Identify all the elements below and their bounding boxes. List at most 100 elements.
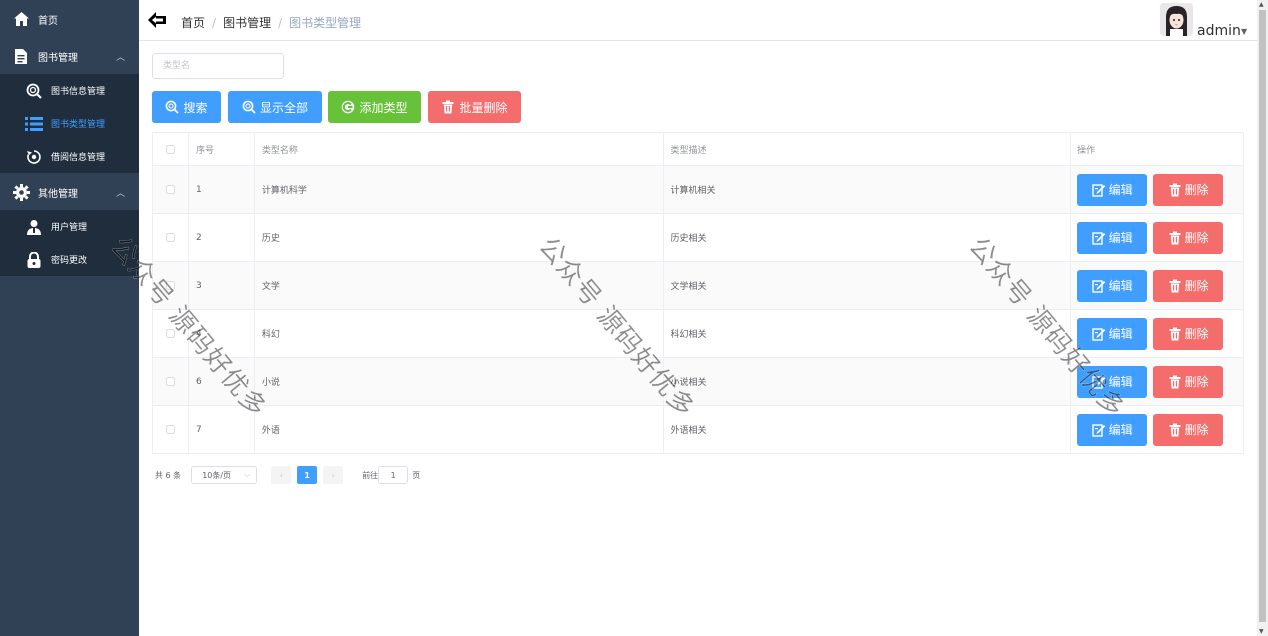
edit-button-label: 编辑 — [1108, 183, 1133, 197]
scroll-up-icon[interactable]: ▲ — [1259, 1, 1264, 8]
edit-button[interactable]: 编辑 — [1077, 269, 1148, 302]
page-suffix-label: 页 — [412, 470, 421, 480]
app: 首页 图书管理 ︿ 图书信息管理 图书类型管理 借阅信息管理 其他管理 ︿ 用户… — [0, 0, 1268, 636]
row-checkbox-cell — [153, 358, 189, 405]
cell-operations: 编辑 删除 — [1071, 358, 1244, 405]
sidebar-item-borrow-info[interactable]: 借阅信息管理 — [0, 140, 139, 173]
chevron-up-icon: ︿ — [115, 189, 125, 199]
sidebar-item-book-management[interactable]: 图书管理 ︿ — [0, 38, 139, 74]
sidebar-item-password-change[interactable]: 密码更改 — [0, 243, 139, 276]
sidebar-item-user-management[interactable]: 用户管理 — [0, 210, 139, 243]
row-checkbox[interactable] — [165, 425, 175, 434]
edit-button[interactable]: 编辑 — [1077, 173, 1148, 206]
edit-icon — [1091, 327, 1106, 341]
cell-operations: 编辑 删除 — [1071, 310, 1244, 357]
select-all-checkbox[interactable] — [165, 144, 175, 154]
row-checkbox[interactable] — [165, 185, 175, 194]
search-icon — [242, 100, 256, 114]
row-checkbox[interactable] — [165, 329, 175, 338]
delete-button[interactable]: 删除 — [1153, 317, 1224, 350]
sidebar-item-book-type[interactable]: 图书类型管理 — [0, 107, 139, 140]
row-checkbox[interactable] — [165, 377, 175, 386]
cell-operations: 编辑 删除 — [1071, 406, 1244, 453]
edit-button[interactable]: 编辑 — [1077, 413, 1148, 446]
trash-icon — [1168, 327, 1182, 341]
breadcrumb: 首页 / 图书管理 / 图书类型管理 — [181, 14, 361, 31]
pagination-total: 共 6 条 — [155, 470, 182, 480]
refresh-icon — [25, 148, 43, 166]
cell-type-name: 小说 — [255, 358, 664, 405]
list-icon — [25, 115, 43, 133]
scroll-down-icon[interactable]: ▼ — [1259, 628, 1264, 635]
cell-id: 2 — [189, 214, 255, 261]
sidebar-item-home[interactable]: 首页 — [0, 1, 139, 37]
search-button[interactable]: 搜索 — [152, 91, 221, 123]
type-name-search-input[interactable] — [152, 53, 284, 79]
cell-type-name: 外语 — [255, 406, 664, 453]
sidebar-item-other-management[interactable]: 其他管理 ︿ — [0, 174, 139, 210]
add-type-button[interactable]: 添加类型 — [328, 91, 421, 123]
goto-label: 前往 — [362, 470, 379, 480]
breadcrumb-home[interactable]: 首页 — [181, 14, 205, 31]
row-checkbox[interactable] — [165, 281, 175, 290]
edit-button[interactable]: 编辑 — [1077, 221, 1148, 254]
edit-button[interactable]: 编辑 — [1077, 317, 1148, 350]
breadcrumb-current: 图书类型管理 — [289, 16, 362, 30]
breadcrumb-separator: / — [212, 15, 217, 30]
edit-button-label: 编辑 — [1108, 423, 1133, 437]
delete-button[interactable]: 删除 — [1153, 413, 1224, 446]
cell-type-desc: 外语相关 — [664, 406, 1072, 453]
user-name[interactable]: admin — [1197, 23, 1241, 39]
sidebar-item-book-info[interactable]: 图书信息管理 — [0, 74, 139, 107]
delete-button-label: 删除 — [1184, 231, 1209, 245]
table-body: 1 计算机科学 计算机相关 编辑 删除 2 历史 历史相关 编辑 删除 3 文学 文学相关 编辑 删除 4 科幻… — [153, 166, 1244, 454]
table-header-row: 序号 类型名称 类型描述 操作 — [153, 133, 1244, 166]
page-number-current[interactable]: 1 — [297, 466, 318, 484]
breadcrumb-book-management[interactable]: 图书管理 — [223, 14, 271, 31]
edit-button[interactable]: 编辑 — [1077, 365, 1148, 398]
edit-icon — [1091, 183, 1106, 197]
delete-button[interactable]: 删除 — [1153, 365, 1224, 398]
show-all-button[interactable]: 显示全部 — [228, 91, 322, 123]
row-checkbox-cell — [153, 214, 189, 261]
delete-button[interactable]: 删除 — [1153, 173, 1224, 206]
delete-button[interactable]: 删除 — [1153, 269, 1224, 302]
scroll-thumb[interactable] — [1259, 10, 1266, 622]
delete-button-label: 删除 — [1184, 327, 1209, 341]
caret-down-icon[interactable]: ▼ — [1241, 27, 1247, 36]
prev-page-button[interactable]: ‹ — [271, 466, 292, 484]
sidebar-item-label: 其他管理 — [38, 188, 78, 200]
next-page-button[interactable]: › — [323, 466, 344, 484]
trash-icon — [1168, 423, 1182, 437]
trash-icon — [1168, 231, 1182, 245]
home-icon — [12, 10, 30, 28]
edit-icon — [1091, 375, 1106, 389]
goto-page-input[interactable] — [378, 466, 409, 484]
column-header-name: 类型名称 — [255, 133, 664, 165]
cell-operations: 编辑 删除 — [1071, 214, 1244, 261]
page-scrollbar[interactable]: ▲ ▼ — [1257, 0, 1268, 636]
cell-id: 4 — [189, 310, 255, 357]
row-checkbox[interactable] — [165, 233, 175, 242]
trash-icon — [1168, 279, 1182, 293]
column-header-id: 序号 — [189, 133, 255, 165]
page-size-value: 10条/页 — [202, 470, 232, 480]
cell-operations: 编辑 删除 — [1071, 262, 1244, 309]
edit-icon — [1091, 231, 1106, 245]
delete-button[interactable]: 删除 — [1153, 221, 1224, 254]
cell-type-desc: 历史相关 — [664, 214, 1072, 261]
cell-type-desc: 科幻相关 — [664, 310, 1072, 357]
edit-button-label: 编辑 — [1108, 375, 1133, 389]
show-all-button-label: 显示全部 — [259, 100, 308, 115]
gear-icon — [12, 183, 30, 201]
page-size-select[interactable]: 10条/页 ⌵ — [191, 466, 258, 484]
pagination: 共 6 条 10条/页 ⌵ ‹ 1 › 前往 页 — [152, 466, 420, 484]
back-arrow-icon[interactable] — [147, 11, 167, 29]
table-row: 3 文学 文学相关 编辑 删除 — [153, 262, 1244, 310]
search-button-label: 搜索 — [183, 100, 208, 115]
cell-operations: 编辑 删除 — [1071, 166, 1244, 213]
column-header-ops: 操作 — [1071, 133, 1244, 165]
avatar[interactable] — [1160, 3, 1193, 36]
edit-button-label: 编辑 — [1108, 327, 1133, 341]
batch-delete-button[interactable]: 批量删除 — [428, 91, 521, 123]
